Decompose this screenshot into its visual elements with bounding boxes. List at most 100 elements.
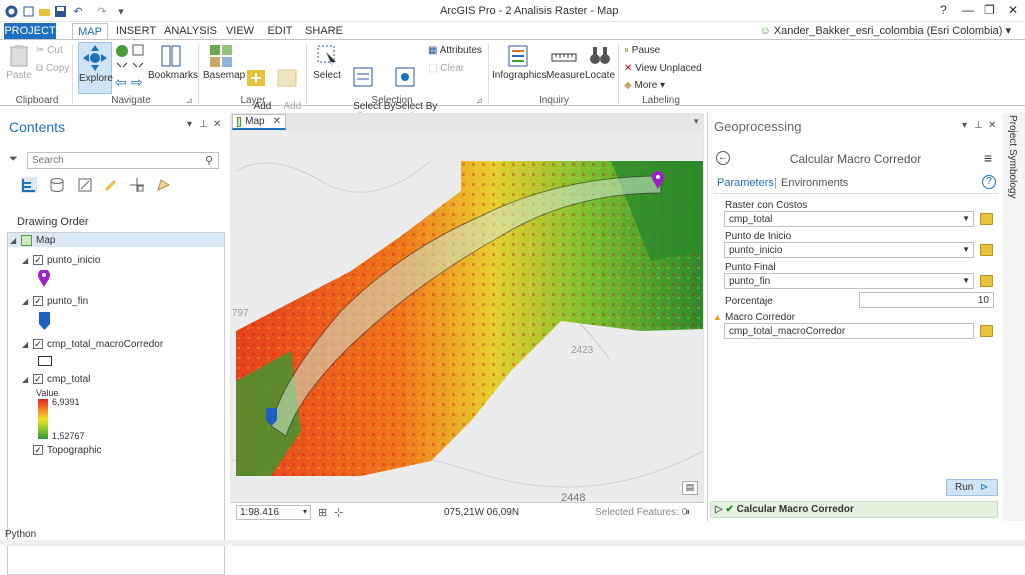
pin-icon[interactable]: ⊥	[199, 119, 208, 130]
collapse-icon[interactable]: ◢	[22, 256, 30, 265]
browse-folder-icon[interactable]	[980, 244, 993, 256]
pause-button[interactable]: ⏸ Pause	[624, 45, 660, 56]
user-account[interactable]: ☺ Xander_Bakker_esri_colombia (Esri Colo…	[759, 24, 1011, 37]
navigator-icon[interactable]: ▤	[682, 481, 698, 495]
close-button[interactable]: ✕	[1008, 3, 1018, 17]
collapse-icon[interactable]: ◢	[10, 236, 18, 245]
tab-map[interactable]: MAP	[72, 23, 108, 39]
browse-folder-icon[interactable]	[980, 213, 993, 225]
browse-folder-icon[interactable]	[980, 325, 993, 337]
macro-output-field[interactable]: cmp_total_macroCorredor	[724, 323, 974, 339]
layer-visibility-checkbox[interactable]: ✓	[33, 339, 43, 349]
layer-visibility-checkbox[interactable]: ✓	[33, 296, 43, 306]
expand-icon[interactable]: ▷	[715, 504, 725, 515]
toc-row-cmp-total[interactable]: ◢ ✓ cmp_total	[22, 372, 90, 386]
map-canvas[interactable]: 2448 2423 797	[231, 131, 703, 502]
back-icon[interactable]: ⇦	[115, 75, 127, 89]
tab-project[interactable]: PROJECT	[4, 23, 56, 39]
collapse-icon[interactable]: ◢	[22, 340, 30, 349]
clear-button[interactable]: ⬚ Clear	[428, 63, 464, 74]
open-project-icon[interactable]	[38, 4, 50, 18]
basemap-button[interactable]: Basemap	[203, 44, 245, 81]
tab-project-pane[interactable]: Project	[1007, 115, 1018, 146]
snapping-icon[interactable]: ⊞	[318, 506, 327, 519]
toc-row-punto-fin[interactable]: ◢ ✓ punto_fin	[22, 294, 88, 308]
undo-icon[interactable]: ↶	[72, 4, 84, 18]
tab-insert[interactable]: INSERT	[114, 23, 158, 39]
selection-launcher-icon[interactable]: ⊿	[476, 95, 483, 106]
redo-icon[interactable]: ↷	[96, 4, 108, 18]
list-by-drawing-order-icon[interactable]	[21, 177, 37, 193]
layer-visibility-checkbox[interactable]: ✓	[33, 374, 43, 384]
python-tab[interactable]: Python	[5, 529, 36, 540]
explore-button[interactable]: Explore	[78, 42, 113, 94]
map-view-tab[interactable]: Map ✕	[232, 114, 286, 130]
copy-button[interactable]: ⧉ Copy	[36, 63, 69, 74]
layer-visibility-checkbox[interactable]: ✓	[33, 255, 43, 265]
list-by-snapping-icon[interactable]	[129, 177, 145, 193]
final-dropdown[interactable]: punto_fin ▼	[724, 273, 974, 289]
collapse-icon[interactable]: ◢	[22, 297, 30, 306]
raster-dropdown[interactable]: cmp_total ▼	[724, 211, 974, 227]
grid-icon[interactable]: ⊹	[334, 506, 343, 519]
run-button[interactable]: Run ⊳	[946, 479, 998, 496]
attributes-button[interactable]: ▦ Attributes	[428, 45, 482, 56]
layer-visibility-checkbox[interactable]: ✓	[33, 445, 43, 455]
navigate-launcher-icon[interactable]: ⊿	[186, 95, 193, 106]
close-icon[interactable]: ✕	[273, 116, 281, 127]
full-extent-icon[interactable]	[115, 44, 129, 61]
more-button[interactable]: ◆ More ▾	[624, 80, 665, 91]
more-icon: ◆	[624, 80, 635, 91]
list-by-labeling-icon[interactable]	[155, 177, 171, 193]
restore-button[interactable]: ❐	[984, 3, 995, 17]
help-icon[interactable]: ?	[982, 175, 996, 189]
tab-analysis[interactable]: ANALYSIS	[164, 23, 217, 39]
view-menu-icon[interactable]: ▾	[694, 116, 699, 127]
close-icon[interactable]: ✕	[988, 120, 996, 131]
view-unplaced-button[interactable]: ✕ View Unplaced	[624, 63, 702, 74]
toc-row-map[interactable]: ◢ Map	[10, 233, 55, 247]
toc-row-topographic[interactable]: ✓ Topographic	[33, 443, 101, 457]
result-message[interactable]: ▷ ✔ Calcular Macro Corredor	[710, 501, 998, 518]
tab-parameters[interactable]: Parameters	[717, 177, 774, 189]
infographics-button[interactable]: Infographics	[492, 44, 546, 81]
tab-share[interactable]: SHARE	[304, 23, 344, 39]
forward-icon[interactable]: ⇨	[131, 75, 143, 89]
pane-menu-icon[interactable]: ▾	[962, 120, 967, 131]
collapse-icon[interactable]: ◢	[22, 375, 30, 384]
raster-value: cmp_total	[729, 214, 773, 225]
save-icon[interactable]	[54, 4, 66, 18]
search-icon[interactable]: ⚲	[205, 154, 213, 167]
close-icon[interactable]: ✕	[213, 119, 221, 130]
pin-icon[interactable]: ⊥	[974, 120, 983, 131]
search-input[interactable]	[27, 152, 219, 169]
paste-button[interactable]: Paste	[4, 44, 34, 81]
minimize-button[interactable]: —	[962, 3, 974, 17]
bookmarks-button[interactable]: Bookmarks	[148, 44, 198, 81]
list-by-source-icon[interactable]	[49, 177, 65, 193]
filter-icon[interactable]: ⏷	[9, 153, 18, 166]
tab-symbology-pane[interactable]: Symbology	[1007, 149, 1018, 198]
list-by-selection-icon[interactable]	[77, 177, 93, 193]
list-by-editing-icon[interactable]	[103, 177, 119, 193]
fixed-zoom-in-icon[interactable]	[132, 44, 144, 59]
tab-view[interactable]: VIEW	[224, 23, 256, 39]
tab-environments[interactable]: Environments	[781, 177, 848, 189]
porcentaje-input[interactable]: 10	[859, 292, 994, 308]
tab-edit[interactable]: EDIT	[264, 23, 296, 39]
new-project-icon[interactable]	[22, 4, 34, 18]
toc-row-macro-corredor[interactable]: ◢ ✓ cmp_total_macroCorredor	[22, 337, 163, 351]
locate-button[interactable]: Locate	[584, 44, 616, 81]
cut-button[interactable]: ✂ Cut	[36, 45, 63, 56]
toc-row-punto-inicio[interactable]: ◢ ✓ punto_inicio	[22, 253, 100, 267]
select-button[interactable]: Select	[312, 44, 342, 81]
tool-menu-icon[interactable]: ≡	[984, 150, 992, 166]
inicio-dropdown[interactable]: punto_inicio ▼	[724, 242, 974, 258]
pane-menu-icon[interactable]: ▾	[187, 119, 192, 130]
help-button[interactable]: ?	[940, 3, 947, 17]
pause-drawing-icon[interactable]: ⏸	[685, 507, 690, 518]
measure-button[interactable]: Measure	[546, 44, 585, 81]
customize-toolbar-icon[interactable]: ▾	[116, 4, 126, 18]
scale-selector[interactable]: 1:98.416 ▾	[236, 505, 311, 520]
browse-folder-icon[interactable]	[980, 275, 993, 287]
